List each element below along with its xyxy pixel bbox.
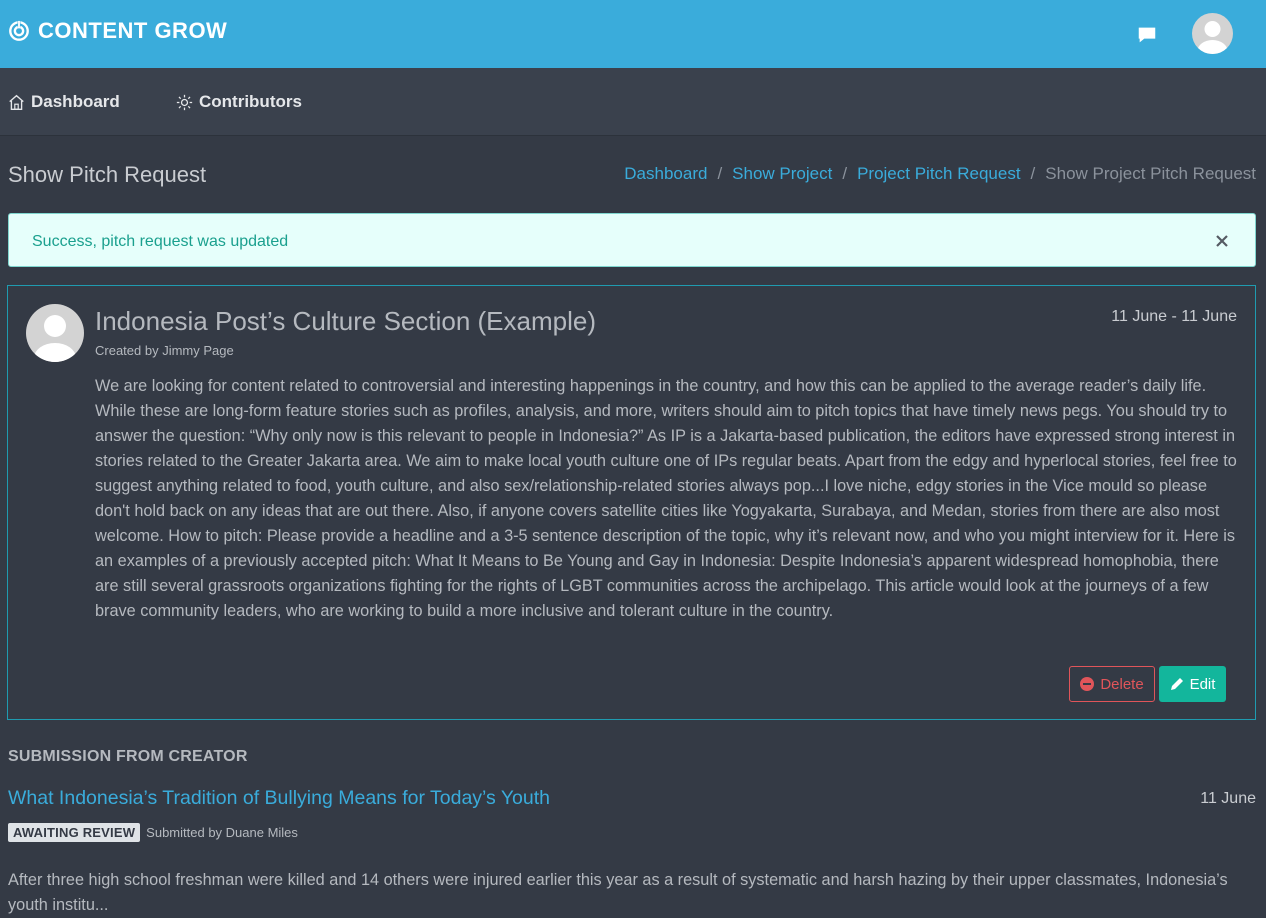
- pitch-card: Indonesia Post’s Culture Section (Exampl…: [7, 285, 1256, 720]
- submission-heading: SUBMISSION FROM CREATOR: [8, 748, 248, 765]
- breadcrumb-current: Show Project Pitch Request: [1045, 164, 1256, 183]
- alert-message: Success, pitch request was updated: [32, 233, 289, 250]
- submission-date: 11 June: [1200, 790, 1256, 807]
- delete-label: Delete: [1100, 675, 1144, 693]
- brand-logo[interactable]: CONTENT GROW: [8, 18, 227, 44]
- pitch-date-range: 11 June - 11 June: [1111, 308, 1237, 325]
- creator-avatar: [26, 304, 84, 362]
- submitted-by: Submitted by Duane Miles: [146, 825, 298, 840]
- pitch-title: Indonesia Post’s Culture Section (Exampl…: [95, 306, 596, 336]
- nav-contributors-label: Contributors: [199, 92, 302, 111]
- avatar-silhouette-icon: [1197, 21, 1228, 54]
- submission-title[interactable]: What Indonesia’s Tradition of Bullying M…: [8, 787, 550, 810]
- brand-icon: [9, 20, 29, 41]
- user-avatar[interactable]: [1192, 13, 1233, 54]
- breadcrumb: Dashboard / Show Project / Project Pitch…: [624, 164, 1256, 184]
- pitch-created-by: Created by Jimmy Page: [95, 343, 234, 358]
- page-title: Show Pitch Request: [8, 162, 207, 187]
- breadcrumb-separator: /: [842, 164, 848, 183]
- breadcrumb-show-project[interactable]: Show Project: [732, 164, 832, 184]
- home-icon: [9, 94, 24, 110]
- pitch-description: We are looking for content related to co…: [95, 377, 1237, 620]
- nav-dashboard[interactable]: Dashboard: [8, 92, 120, 112]
- status-badge: AWAITING REVIEW: [8, 823, 141, 842]
- main-nav: Dashboard Contributors: [0, 68, 1266, 136]
- top-bar: CONTENT GROW: [0, 0, 1266, 68]
- pencil-icon: [1170, 678, 1183, 690]
- breadcrumb-separator: /: [1030, 164, 1036, 183]
- breadcrumb-dashboard[interactable]: Dashboard: [624, 164, 707, 184]
- avatar-silhouette-icon: [34, 315, 76, 362]
- sun-icon: [176, 94, 193, 110]
- success-alert: Success, pitch request was updated: [8, 213, 1256, 267]
- submission-meta: AWAITING REVIEW Submitted by Duane Miles: [8, 823, 298, 842]
- submission-excerpt: After three high school freshman were ki…: [8, 871, 1228, 914]
- brand-name: CONTENT GROW: [38, 18, 228, 43]
- nav-dashboard-label: Dashboard: [31, 92, 120, 111]
- nav-contributors[interactable]: Contributors: [176, 92, 302, 112]
- breadcrumb-project-pitch-request[interactable]: Project Pitch Request: [857, 164, 1020, 184]
- breadcrumb-separator: /: [717, 164, 723, 183]
- edit-label: Edit: [1189, 675, 1216, 693]
- close-icon[interactable]: [1213, 232, 1231, 250]
- page-header: Show Pitch Request Dashboard / Show Proj…: [0, 136, 1266, 214]
- delete-button[interactable]: Delete: [1069, 666, 1155, 702]
- edit-button[interactable]: Edit: [1159, 666, 1226, 702]
- chat-icon[interactable]: [1136, 24, 1158, 46]
- minus-circle-icon: [1080, 677, 1095, 691]
